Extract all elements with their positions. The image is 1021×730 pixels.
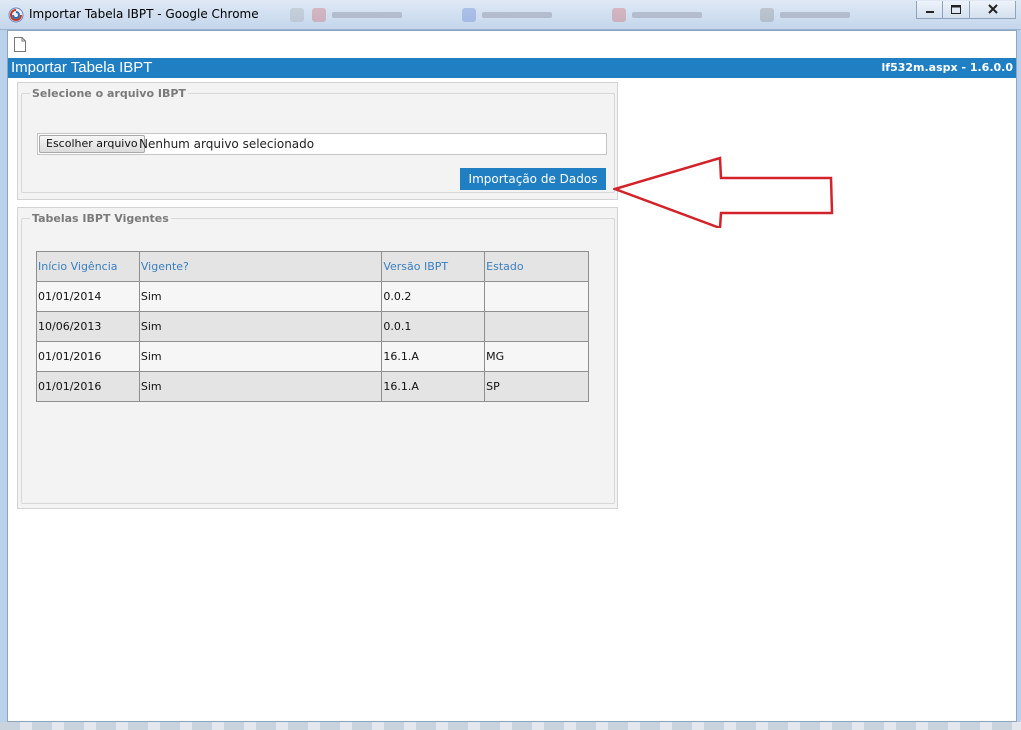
column-header-vigente[interactable]: Vigente? <box>138 251 383 282</box>
cell-versao-ibpt: 16.1.A <box>381 371 486 402</box>
column-header-versao-ibpt[interactable]: Versão IBPT <box>381 251 486 282</box>
ibpt-tables-grid: Início Vigência Vigente? Versão IBPT Est… <box>36 251 589 402</box>
cell-inicio-vigencia: 01/01/2014 <box>36 281 140 312</box>
window-title: Importar Tabela IBPT - Google Chrome <box>29 7 259 21</box>
cell-estado <box>484 281 589 312</box>
maximize-button[interactable] <box>943 1 970 19</box>
cell-inicio-vigencia: 01/01/2016 <box>36 341 140 372</box>
cell-inicio-vigencia: 01/01/2016 <box>36 371 140 402</box>
table-header-row: Início Vigência Vigente? Versão IBPT Est… <box>36 251 589 282</box>
maximize-icon <box>951 5 961 14</box>
table-row[interactable]: 01/01/2016 Sim 16.1.A SP <box>36 371 589 402</box>
background-tab-ghost <box>290 5 310 25</box>
table-row[interactable]: 01/01/2014 Sim 0.0.2 <box>36 281 589 312</box>
cell-versao-ibpt: 16.1.A <box>381 341 486 372</box>
background-tab-ghost <box>612 5 702 25</box>
import-data-button[interactable]: Importação de Dados <box>460 168 606 190</box>
upload-panel: Selecione o arquivo IBPT Escolher arquiv… <box>17 82 618 200</box>
cell-estado: MG <box>484 341 589 372</box>
minimize-button[interactable] <box>916 1 943 19</box>
cell-estado: SP <box>484 371 589 402</box>
cell-versao-ibpt: 0.0.1 <box>381 311 486 342</box>
ibpt-tables-panel: Tabelas IBPT Vigentes Início Vigência Vi… <box>17 207 618 509</box>
page-version-label: lf532m.aspx - 1.6.0.0 <box>881 61 1013 74</box>
annotation-arrow-shape <box>613 156 834 228</box>
table-row[interactable]: 10/06/2013 Sim 0.0.1 <box>36 311 589 342</box>
close-icon <box>988 4 998 14</box>
close-button[interactable] <box>970 1 1016 19</box>
cell-estado <box>484 311 589 342</box>
annotation-arrow-icon <box>613 156 834 228</box>
window-controls <box>916 1 1016 19</box>
cell-vigente: Sim <box>138 311 383 342</box>
background-tab-ghost <box>312 5 402 25</box>
window-titlebar[interactable]: Importar Tabela IBPT - Google Chrome <box>0 0 1021 30</box>
table-row[interactable]: 01/01/2016 Sim 16.1.A MG <box>36 341 589 372</box>
taskbar-strip <box>0 722 1021 730</box>
cell-vigente: Sim <box>138 341 383 372</box>
cell-versao-ibpt: 0.0.2 <box>381 281 486 312</box>
page-document-icon <box>14 37 26 52</box>
background-tab-ghost <box>760 5 850 25</box>
background-tab-ghost <box>462 5 552 25</box>
upload-legend: Selecione o arquivo IBPT <box>32 87 186 100</box>
cell-inicio-vigencia: 10/06/2013 <box>36 311 140 342</box>
page-title: Importar Tabela IBPT <box>11 59 153 76</box>
page-viewport: Importar Tabela IBPT lf532m.aspx - 1.6.0… <box>7 30 1017 722</box>
upload-fieldset: Selecione o arquivo IBPT Escolher arquiv… <box>21 87 615 193</box>
file-name-text: Nenhum arquivo selecionado <box>139 137 315 151</box>
ibpt-tables-legend: Tabelas IBPT Vigentes <box>32 212 169 225</box>
column-header-estado[interactable]: Estado <box>484 251 589 282</box>
chrome-app-icon <box>8 7 24 23</box>
minimize-icon <box>926 11 934 13</box>
file-input[interactable]: Escolher arquivo Nenhum arquivo selecion… <box>37 133 607 155</box>
page-header-bar: Importar Tabela IBPT lf532m.aspx - 1.6.0… <box>8 58 1016 78</box>
cell-vigente: Sim <box>138 371 383 402</box>
choose-file-button[interactable]: Escolher arquivo <box>39 135 145 153</box>
column-header-inicio-vigencia[interactable]: Início Vigência <box>36 251 140 282</box>
ibpt-tables-fieldset: Tabelas IBPT Vigentes Início Vigência Vi… <box>21 212 615 504</box>
cell-vigente: Sim <box>138 281 383 312</box>
